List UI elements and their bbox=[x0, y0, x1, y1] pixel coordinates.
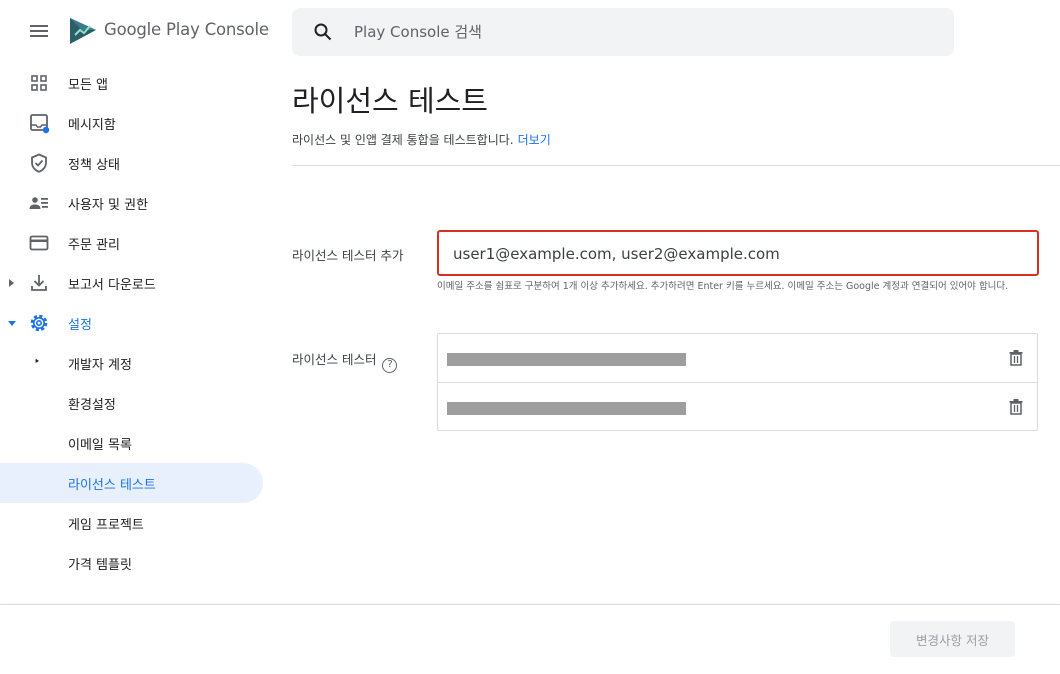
sidebar-item-settings[interactable]: 설정 bbox=[0, 303, 272, 343]
sidebar-item-label: 게임 프로젝트 bbox=[68, 518, 144, 533]
apps-grid-icon bbox=[31, 75, 47, 91]
caret-right-icon[interactable] bbox=[34, 356, 46, 370]
play-console-logo-icon bbox=[70, 18, 96, 44]
page-title: 라이선스 테스트 bbox=[292, 84, 488, 118]
sidebar-item-label: 이메일 목록 bbox=[68, 438, 132, 453]
inbox-icon bbox=[30, 114, 50, 134]
redacted-email bbox=[447, 353, 686, 366]
app-logo-text: Google Play Console bbox=[104, 20, 269, 39]
sidebar-item-order-management[interactable]: 주문 관리 bbox=[0, 223, 272, 263]
download-icon bbox=[31, 275, 47, 291]
caret-down-icon[interactable] bbox=[7, 316, 17, 330]
sidebar-item-license-testing[interactable]: 라이선스 테스트 bbox=[0, 463, 263, 503]
sidebar-item-game-projects[interactable]: 게임 프로젝트 bbox=[0, 503, 272, 543]
sidebar-nav: 모든 앱 메시지함 정책 상태 사용자 및 권한 주문 관리 보고서 다운로드 … bbox=[0, 63, 272, 583]
sidebar-item-label: 메시지함 bbox=[68, 118, 116, 133]
list-item bbox=[438, 334, 1037, 382]
add-testers-field[interactable] bbox=[437, 230, 1039, 276]
learn-more-link[interactable]: 더보기 bbox=[518, 133, 551, 147]
menu-icon[interactable] bbox=[28, 22, 50, 42]
add-testers-helper-text: 이메일 주소를 쉼표로 구분하여 1개 이상 추가하세요. 추가하려면 Ente… bbox=[437, 281, 1009, 292]
header-divider bbox=[292, 165, 1060, 166]
sidebar-item-developer-account[interactable]: 개발자 계정 bbox=[0, 343, 272, 383]
add-testers-label: 라이선스 테스터 추가 bbox=[292, 248, 404, 263]
credit-card-icon bbox=[29, 235, 49, 251]
sidebar-item-preferences[interactable]: 환경설정 bbox=[0, 383, 272, 423]
sidebar-item-email-lists[interactable]: 이메일 목록 bbox=[0, 423, 272, 463]
sidebar-item-policy-status[interactable]: 정책 상태 bbox=[0, 143, 272, 183]
license-testers-label-row: 라이선스 테스터? bbox=[292, 349, 398, 373]
sidebar-item-all-apps[interactable]: 모든 앱 bbox=[0, 63, 272, 103]
logo-product: Console bbox=[204, 20, 269, 39]
redacted-email bbox=[447, 402, 686, 415]
caret-right-icon[interactable] bbox=[7, 276, 17, 290]
search-input[interactable] bbox=[354, 20, 914, 44]
sidebar-item-label: 환경설정 bbox=[68, 398, 116, 413]
sidebar-item-label: 라이선스 테스트 bbox=[68, 478, 156, 493]
sidebar-item-pricing-templates[interactable]: 가격 템플릿 bbox=[0, 543, 272, 583]
help-icon[interactable]: ? bbox=[382, 358, 398, 373]
sidebar-item-label: 가격 템플릿 bbox=[68, 558, 132, 573]
license-testers-label: 라이선스 테스터 bbox=[292, 352, 377, 367]
sidebar-item-download-reports[interactable]: 보고서 다운로드 bbox=[0, 263, 272, 303]
sidebar-item-label: 정책 상태 bbox=[68, 158, 120, 173]
list-item bbox=[438, 382, 1037, 430]
footer-divider bbox=[0, 604, 1060, 605]
sidebar-item-label: 모든 앱 bbox=[68, 78, 109, 93]
page-subtitle: 라이선스 및 인앱 결제 통합을 테스트합니다. 더보기 bbox=[292, 131, 551, 148]
sidebar-item-label: 사용자 및 권한 bbox=[68, 198, 149, 213]
settings-gear-icon bbox=[30, 314, 48, 332]
search-icon bbox=[314, 23, 332, 41]
license-testers-list bbox=[437, 333, 1038, 431]
sidebar-item-label: 설정 bbox=[68, 318, 92, 333]
logo-brand: Google Play bbox=[104, 20, 200, 39]
sidebar-item-label: 개발자 계정 bbox=[68, 358, 132, 373]
search-bar[interactable] bbox=[292, 8, 954, 56]
sidebar-item-inbox[interactable]: 메시지함 bbox=[0, 103, 272, 143]
sidebar-item-users-permissions[interactable]: 사용자 및 권한 bbox=[0, 183, 272, 223]
people-list-icon bbox=[29, 197, 48, 209]
add-testers-input[interactable] bbox=[453, 243, 1023, 265]
sidebar-item-label: 주문 관리 bbox=[68, 238, 120, 253]
delete-icon[interactable] bbox=[1008, 398, 1024, 416]
shield-check-icon bbox=[31, 153, 47, 173]
sidebar-item-label: 보고서 다운로드 bbox=[68, 278, 156, 293]
sidebar: Google Play Console 모든 앱 메시지함 정책 상태 사용자 … bbox=[0, 0, 272, 600]
page-description: 라이선스 및 인앱 결제 통합을 테스트합니다. bbox=[292, 133, 514, 147]
delete-icon[interactable] bbox=[1008, 349, 1024, 367]
save-changes-button[interactable]: 변경사항 저장 bbox=[890, 621, 1015, 657]
